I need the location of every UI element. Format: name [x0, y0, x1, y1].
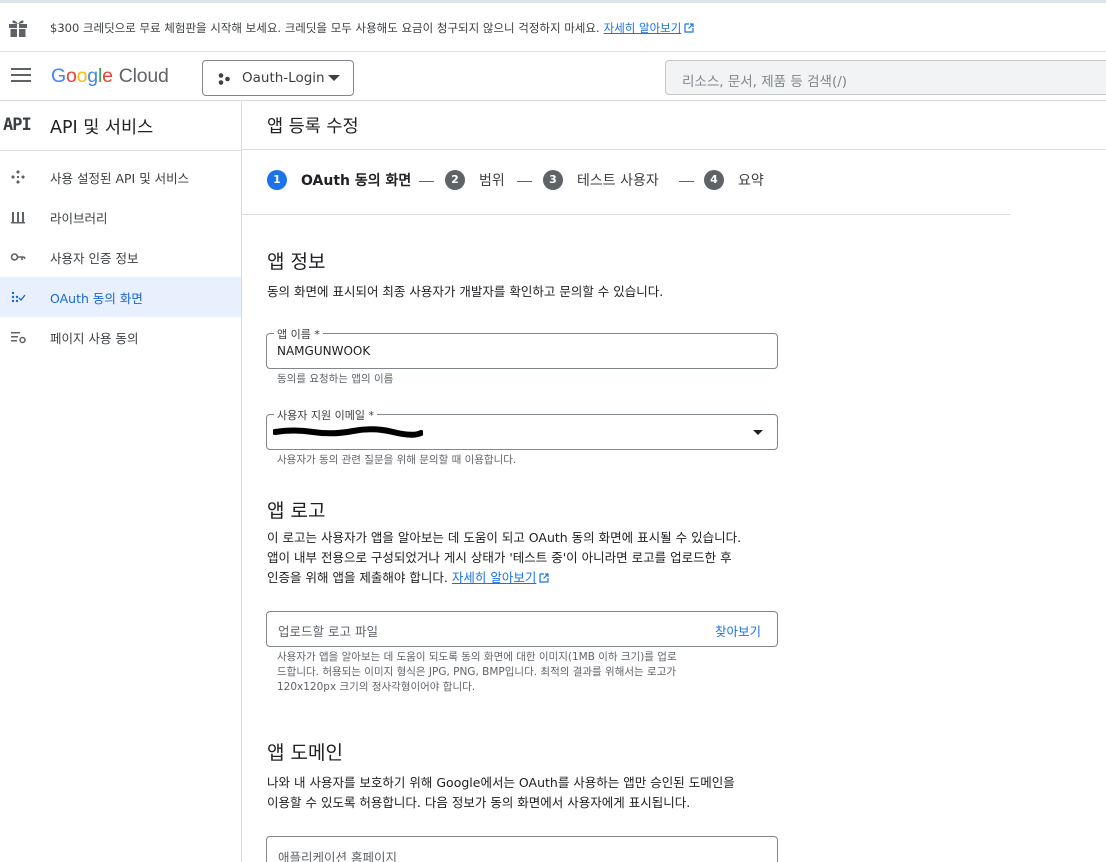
banner-learn-more-link[interactable]: 자세히 알아보기: [604, 21, 682, 35]
sidebar-item-label: OAuth 동의 화면: [50, 291, 143, 306]
step-label: 테스트 사용자: [577, 173, 659, 189]
chevron-down-icon: [328, 75, 340, 81]
step-oauth-consent[interactable]: 1 OAuth 동의 화면: [267, 170, 411, 190]
gift-icon: [9, 20, 27, 37]
step-number: 3: [543, 170, 563, 190]
app-name-hint: 동의를 요청하는 앱의 이름: [277, 373, 394, 385]
top-header: Google Cloud Oauth-Login 리소스, 문서, 제품 등 검색…: [0, 53, 1106, 101]
step-number: 1: [267, 170, 287, 190]
step-label: 범위: [479, 173, 505, 189]
app-logo-description-1: 이 로고는 사용자가 앱을 알아보는 데 도움이 되고 OAuth 동의 화면에…: [267, 530, 742, 545]
google-cloud-logo[interactable]: Google Cloud: [51, 65, 169, 88]
divider: [242, 214, 1010, 215]
logo-hint-3: 120x120px 크기의 정사각형이어야 합니다.: [277, 681, 476, 693]
library-icon: [11, 212, 25, 224]
step-number: 2: [445, 170, 465, 190]
logo-upload-field[interactable]: 업로드할 로고 파일 찾아보기: [266, 611, 778, 647]
app-info-description: 동의 화면에 표시되어 최종 사용자가 개발자를 확인하고 문의할 수 있습니다…: [267, 284, 664, 299]
step-summary[interactable]: 4 요약: [704, 170, 764, 190]
app-homepage-placeholder: 애플리케이션 홈페이지: [278, 850, 397, 862]
api-services-icon: [11, 170, 25, 184]
support-email-hint: 사용자가 동의 관련 질문을 위해 문의할 때 이용합니다.: [277, 454, 517, 466]
redacted-email: [273, 426, 423, 438]
sidebar-item-label: 페이지 사용 동의: [50, 331, 139, 346]
banner-message: $300 크레딧으로 무료 체험판을 시작해 보세요. 크레딧을 모두 사용해도…: [50, 21, 600, 35]
external-link-icon: [539, 573, 549, 583]
logo-hint-2: 드합니다. 허용되는 이미지 형식은 JPG, PNG, BMP입니다. 최적의…: [277, 666, 677, 678]
banner-text: $300 크레딧으로 무료 체험판을 시작해 보세요. 크레딧을 모두 사용해도…: [50, 20, 694, 36]
project-dots-icon: [218, 73, 230, 85]
app-name-field[interactable]: 앱 이름 * NAMGUNWOOK: [266, 326, 778, 369]
chevron-down-icon: [753, 430, 763, 435]
app-logo-heading: 앱 로고: [267, 500, 326, 522]
app-logo-description-3: 인증을 위해 앱을 제출해야 합니다. 자세히 알아보기: [267, 568, 549, 588]
sidebar-header: API API 및 서비스: [0, 101, 241, 151]
step-separator: [679, 181, 694, 182]
support-email-label: 사용자 지원 이메일 *: [274, 407, 377, 423]
app-name-value: NAMGUNWOOK: [277, 344, 371, 358]
sidebar-item-label: 사용자 인증 정보: [50, 251, 139, 266]
support-email-select[interactable]: 사용자 지원 이메일 *: [266, 407, 778, 450]
step-label: OAuth 동의 화면: [301, 173, 412, 189]
sidebar-item-label: 사용 설정된 API 및 서비스: [50, 171, 190, 186]
key-icon: [10, 253, 26, 261]
page-usage-icon: [11, 332, 26, 344]
sidebar-item-oauth-consent[interactable]: OAuth 동의 화면: [0, 277, 241, 317]
app-domain-description-1: 나와 내 사용자를 보호하기 위해 Google에서는 OAuth를 사용하는 …: [267, 775, 735, 790]
page-title: 앱 등록 수정: [267, 117, 359, 137]
sidebar-item-credentials[interactable]: 사용자 인증 정보: [0, 237, 241, 277]
sidebar-item-page-usage[interactable]: 페이지 사용 동의: [0, 317, 241, 357]
search-input[interactable]: 리소스, 문서, 제품 등 검색(/): [665, 60, 1106, 95]
logo-hint-1: 사용자가 앱을 알아보는 데 도움이 되도록 동의 화면에 대한 이미지(1MB…: [277, 651, 677, 663]
step-test-users[interactable]: 3 테스트 사용자: [543, 170, 659, 190]
browse-button[interactable]: 찾아보기: [715, 621, 761, 640]
consent-icon: [11, 291, 26, 303]
app-info-heading: 앱 정보: [267, 251, 326, 273]
promo-banner: $300 크레딧으로 무료 체험판을 시작해 보세요. 크레딧을 모두 사용해도…: [0, 0, 1106, 52]
project-name: Oauth-Login: [242, 70, 325, 86]
sidebar: API API 및 서비스 사용 설정된 API 및 서비스 라이브러리 사용자…: [0, 101, 242, 862]
divider: [242, 149, 1106, 150]
step-separator: [517, 181, 532, 182]
app-name-label: 앱 이름 *: [274, 326, 323, 342]
step-scopes[interactable]: 2 범위: [445, 170, 505, 190]
sidebar-item-enabled-apis[interactable]: 사용 설정된 API 및 서비스: [0, 157, 241, 197]
step-separator: [419, 181, 434, 182]
step-number: 4: [704, 170, 724, 190]
project-selector[interactable]: Oauth-Login: [202, 60, 354, 96]
app-domain-description-2: 이용할 수 있도록 허용합니다. 다음 정보가 동의 화면에서 사용자에게 표시…: [267, 795, 691, 810]
sidebar-item-label: 라이브러리: [50, 211, 108, 226]
app-domain-heading: 앱 도메인: [267, 742, 343, 764]
menu-icon[interactable]: [11, 68, 31, 84]
logo-upload-placeholder: 업로드할 로고 파일: [278, 624, 378, 639]
search-placeholder: 리소스, 문서, 제품 등 검색(/): [682, 74, 848, 90]
app-logo-learn-more-link[interactable]: 자세히 알아보기: [452, 570, 536, 585]
external-link-icon: [684, 23, 694, 33]
app-logo-description-text: 인증을 위해 앱을 제출해야 합니다.: [267, 570, 448, 585]
step-label: 요약: [738, 173, 764, 189]
sidebar-item-library[interactable]: 라이브러리: [0, 197, 241, 237]
api-logo-icon: API: [3, 115, 32, 135]
app-logo-description-2: 앱이 내부 전용으로 구성되었거나 게시 상태가 '테스트 중'이 아니라면 로…: [267, 550, 732, 565]
sidebar-title: API 및 서비스: [50, 118, 154, 138]
app-homepage-field[interactable]: 애플리케이션 홈페이지: [266, 836, 778, 862]
